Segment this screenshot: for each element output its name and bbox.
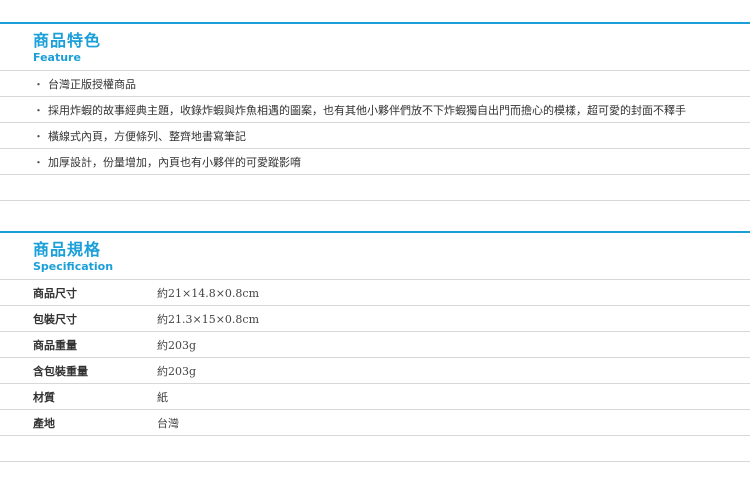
list-item: ・ 採用炸蝦的故事經典主題，收錄炸蝦與炸魚相遇的圖案，也有其他小夥伴們放不下炸蝦… <box>0 97 750 123</box>
table-row: 產地 台灣 <box>0 410 750 436</box>
spec-label: 包裝尺寸 <box>33 312 77 326</box>
table-row: 材質 紙 <box>0 384 750 410</box>
feature-section: 商品特色 Feature ・ 台灣正版授權商品 ・ 採用炸蝦的故事經典主題，收錄… <box>0 22 750 201</box>
spec-value: 紙 <box>157 390 168 404</box>
bullet-icon: ・ <box>33 103 44 117</box>
feature-text: 採用炸蝦的故事經典主題，收錄炸蝦與炸魚相遇的圖案，也有其他小夥伴們放不下炸蝦獨自… <box>48 103 686 117</box>
spec-value: 約203g <box>157 364 197 378</box>
table-row: 包裝尺寸 約21.3×15×0.8cm <box>0 306 750 332</box>
spec-value: 約203g <box>157 338 197 352</box>
feature-title: 商品特色 <box>33 31 102 50</box>
empty-row <box>0 175 750 201</box>
list-item: ・ 加厚設計，份量增加，內頁也有小夥伴的可愛蹤影唷 <box>0 149 750 175</box>
feature-text: 台灣正版授權商品 <box>48 77 136 91</box>
feature-text: 橫線式內頁，方便條列、整齊地書寫筆記 <box>48 129 246 143</box>
spec-value: 約21.3×15×0.8cm <box>157 312 260 326</box>
feature-subtitle: Feature <box>33 51 81 64</box>
feature-header: 商品特色 Feature <box>0 24 750 70</box>
bullet-icon: ・ <box>33 155 44 169</box>
spec-title: 商品規格 <box>33 240 102 259</box>
spec-label: 商品重量 <box>33 338 77 352</box>
bullet-icon: ・ <box>33 129 44 143</box>
empty-row <box>0 436 750 462</box>
table-row: 商品尺寸 約21×14.8×0.8cm <box>0 280 750 306</box>
spec-value: 台灣 <box>157 416 179 430</box>
bullet-icon: ・ <box>33 77 44 91</box>
spec-table: 商品尺寸 約21×14.8×0.8cm 包裝尺寸 約21.3×15×0.8cm … <box>0 279 750 462</box>
spec-value: 約21×14.8×0.8cm <box>157 286 260 300</box>
spec-section: 商品規格 Specification 商品尺寸 約21×14.8×0.8cm 包… <box>0 231 750 462</box>
spec-label: 材質 <box>33 390 55 404</box>
spec-header: 商品規格 Specification <box>0 233 750 279</box>
feature-list: ・ 台灣正版授權商品 ・ 採用炸蝦的故事經典主題，收錄炸蝦與炸魚相遇的圖案，也有… <box>0 70 750 201</box>
table-row: 含包裝重量 約203g <box>0 358 750 384</box>
spec-label: 含包裝重量 <box>33 364 88 378</box>
list-item: ・ 台灣正版授權商品 <box>0 71 750 97</box>
list-item: ・ 橫線式內頁，方便條列、整齊地書寫筆記 <box>0 123 750 149</box>
spec-label: 產地 <box>33 416 55 430</box>
feature-text: 加厚設計，份量增加，內頁也有小夥伴的可愛蹤影唷 <box>48 155 301 169</box>
spec-label: 商品尺寸 <box>33 286 77 300</box>
table-row: 商品重量 約203g <box>0 332 750 358</box>
spec-subtitle: Specification <box>33 260 114 273</box>
